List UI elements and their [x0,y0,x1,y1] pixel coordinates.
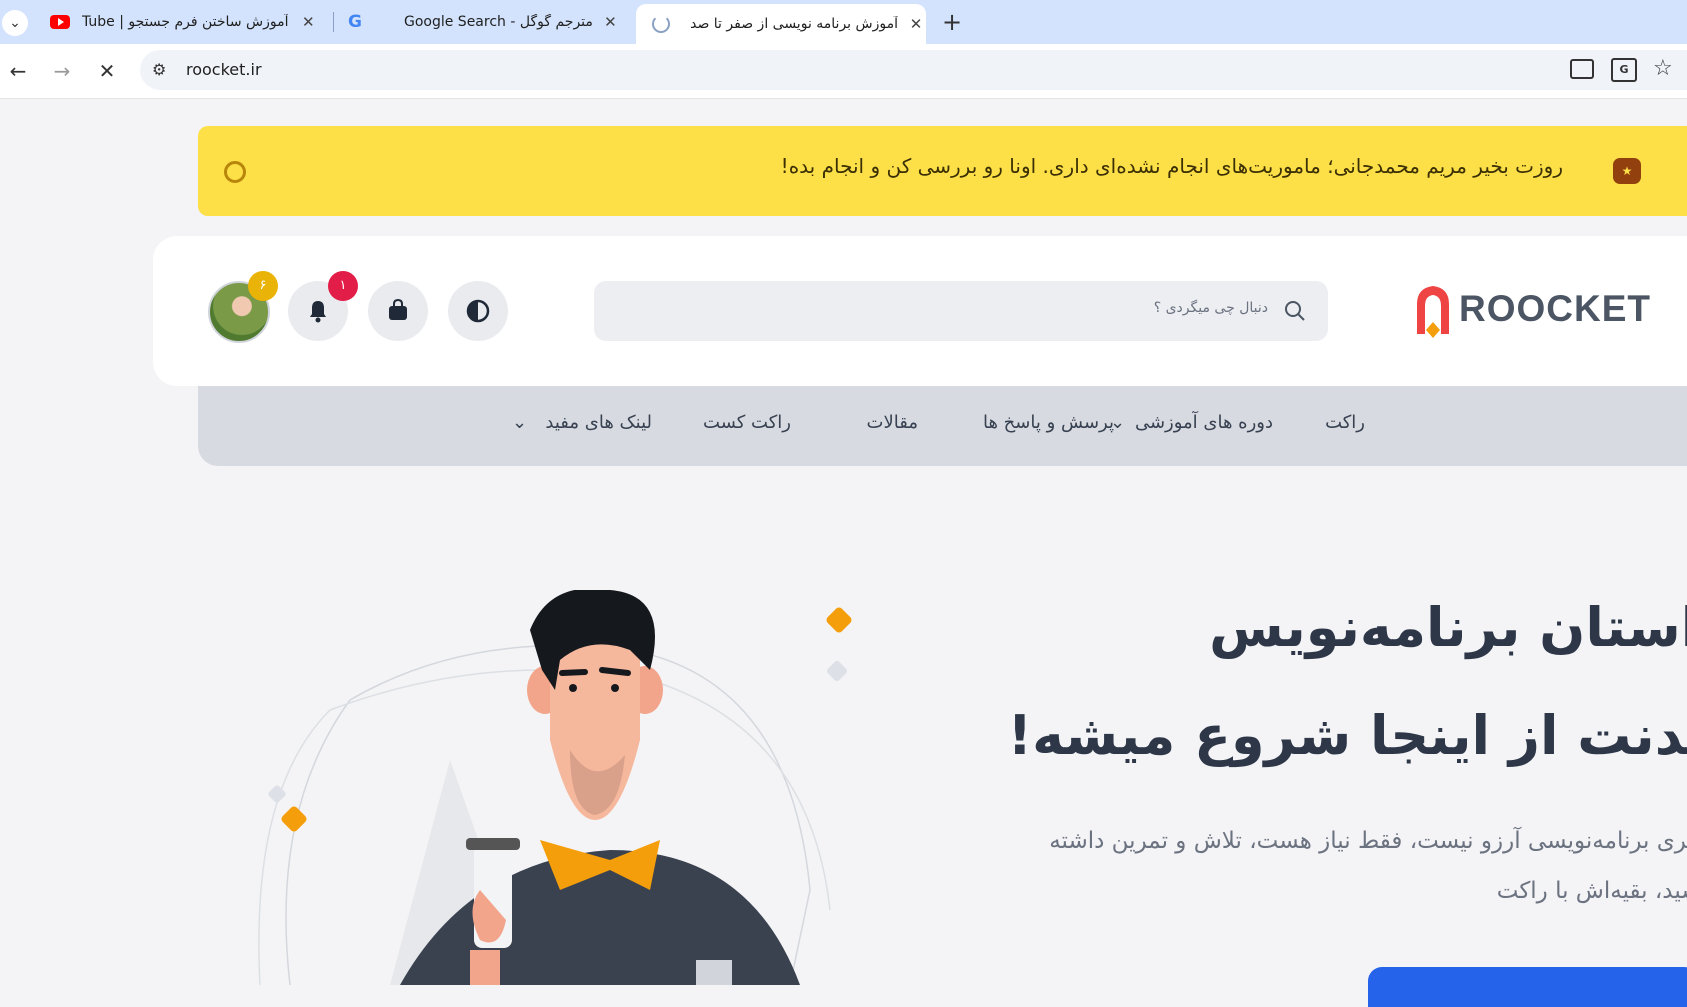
youtube-icon [50,15,70,29]
tab-list-dropdown-button[interactable]: ⌄ [2,10,28,36]
mission-icon: ★ [1613,158,1641,184]
notification-count-badge: ۱ [328,271,358,301]
nav-item-courses[interactable]: دوره های آموزشی [1135,412,1273,433]
stop-loading-button[interactable]: ✕ [93,57,121,85]
tab-strip: ⌄ آموزش ساختن فرم جستجو | YouTube ✕ G مت… [0,0,1687,44]
hero-illustration [258,590,831,985]
nav-item-roocket[interactable]: راکت [1325,412,1365,433]
nav-item-useful-links[interactable]: لینک های مفید [545,412,652,433]
tab-youtube[interactable]: آموزش ساختن فرم جستجو | YouTube ✕ [40,0,318,44]
main-nav: راکت دوره های آموزشی ⌄ پرسش و پاسخ ها مق… [198,386,1687,466]
hero-text-clip: داستان برنامه‌نویس شدنت از اینجا شروع می… [900,580,1687,985]
browser-toolbar: ← → ✕ ⚙ roocket.ir G ☆ [0,44,1687,99]
address-bar[interactable]: ⚙ roocket.ir G ☆ [140,50,1687,90]
new-tab-button[interactable]: + [938,8,966,36]
bookmark-star-icon[interactable]: ☆ [1653,56,1673,81]
contrast-icon [466,299,490,323]
install-app-icon[interactable] [1570,59,1594,79]
site-info-icon[interactable]: ⚙ [152,60,166,79]
google-icon: G [348,12,362,32]
roocket-logo-icon [1417,286,1449,338]
url-text[interactable]: roocket.ir [186,60,262,79]
chevron-down-icon[interactable]: ⌄ [512,412,527,433]
site-header: ROOCKET دنبال چی میگردی ؟ ۱ ۶ [153,236,1687,386]
close-tab-icon[interactable]: ✕ [906,15,926,33]
hero-description-line1: یادگیری برنامه‌نویسی آرزو نیست، فقط نیاز… [1049,828,1687,854]
theme-toggle-button[interactable] [448,281,508,341]
tab-title: مترجم گوگل - Google Search [403,14,593,30]
mission-banner: ★ روزت بخیر مریم محمدجانی؛ ماموریت‌های ا… [198,126,1687,216]
close-tab-icon[interactable]: ✕ [601,13,620,31]
tab-google-search[interactable]: G مترجم گوگل - Google Search ✕ [340,0,620,44]
back-button[interactable]: ← [4,57,32,85]
tab-title: آموزش برنامه نویسی از صفر تا صد [690,16,898,32]
search-box[interactable]: دنبال چی میگردی ؟ [594,281,1328,341]
banner-message: روزت بخیر مریم محمدجانی؛ ماموریت‌های انج… [780,154,1563,178]
hero-cta-button[interactable] [1368,967,1687,1007]
nav-item-questions[interactable]: پرسش و پاسخ ها [983,412,1114,433]
logo-text: ROOCKET [1459,288,1651,329]
hero-title-line2: شدنت از اینجا شروع میشه! [1007,704,1687,767]
hero-description-line2: باشید، بقیه‌اش با راکت [1496,878,1687,904]
loading-spinner-icon [652,15,670,33]
hero-title-line1: داستان برنامه‌نویس [1209,596,1687,659]
cart-button[interactable] [368,281,428,341]
roocket-logo[interactable]: ROOCKET [1413,282,1675,340]
tab-roocket[interactable]: آموزش برنامه نویسی از صفر تا صد ✕ [636,4,926,44]
search-icon [1285,301,1305,321]
shopping-bag-icon [389,298,407,320]
nav-item-articles[interactable]: مقالات [867,412,918,433]
forward-button[interactable]: → [48,57,76,85]
bell-icon [310,301,326,323]
close-tab-icon[interactable]: ✕ [298,13,318,31]
nav-item-podcast[interactable]: راکت کست [703,412,791,433]
tab-separator [333,12,334,32]
translate-icon[interactable]: G [1611,58,1637,82]
avatar-level-badge: ۶ [248,271,278,301]
banner-loading-icon [224,161,246,183]
search-input[interactable]: دنبال چی میگردی ؟ [1154,300,1268,316]
tab-title: آموزش ساختن فرم جستجو | YouTube [81,14,289,30]
